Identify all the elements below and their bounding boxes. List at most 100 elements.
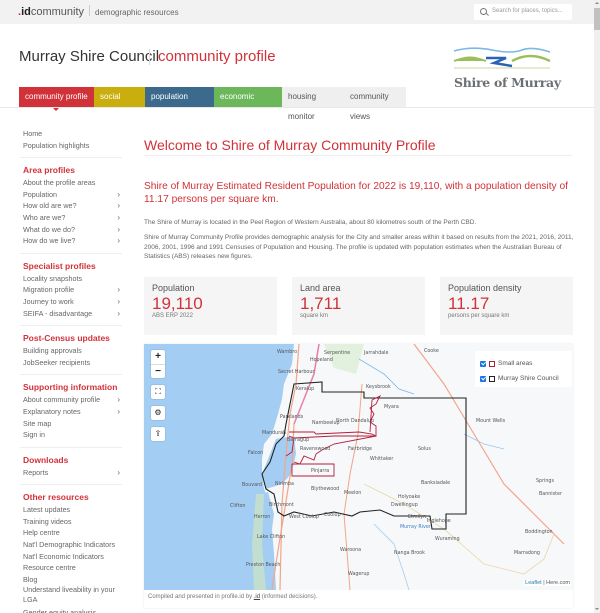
sidebar-item-label: Sign in [23,430,45,440]
scroll-down-arrow-icon[interactable] [595,608,599,610]
sidebar-item-training-videos[interactable]: Training videos [20,516,124,528]
place-label: West Coolup [289,514,319,520]
tab-housing-monitor[interactable]: housing monitor [282,87,344,121]
leaflet-link[interactable]: Leaflet [525,580,542,586]
share-button[interactable]: ⇪ [151,427,165,441]
sidebar-item-population[interactable]: Population › [20,189,124,201]
chevron-right-icon: › [117,467,120,477]
place-label: Keysbrook [366,384,391,390]
river [373,523,410,590]
tab-community-profile[interactable]: community profile [19,87,94,111]
sidebar-item-how-do-we-live[interactable]: How do we live? › [20,235,124,247]
map-attribution: Leaflet | Here.com [524,580,571,586]
murray-shire-swatch [489,375,495,382]
tab-population-forecast[interactable]: population forecast [145,87,214,121]
sidebar-divider [20,374,122,376]
place-label: Clifton [230,503,245,509]
sidebar-item-blog[interactable]: Blog [20,574,124,586]
sidebar-item-label: Building approvals [23,346,82,356]
river [463,433,505,450]
place-label: Ravenswood [300,446,330,452]
sidebar-item-label: JobSeeker recipients [23,357,91,367]
layer-toggle-small-areas[interactable]: Small areas [480,356,572,371]
sidebar-item-how-old[interactable]: How old are we? › [20,200,124,212]
place-label: Bouvard [242,482,262,488]
sidebar-item-building-approvals[interactable]: Building approvals [20,345,124,357]
place-label: Myara [384,404,399,410]
layer-toggle-murray-shire[interactable]: Murray Shire Council [480,371,572,386]
tab-economic-profile[interactable]: economic profile [214,87,282,121]
product-tabs: community profile social atlas populatio… [19,87,406,121]
place-label: Wuraming [435,536,460,542]
zoom-out-button[interactable]: − [151,364,165,378]
area-map[interactable]: Warnbro Hopeland Serpentine Jarrahdale C… [144,344,573,590]
sidebar-item-reports[interactable]: Reports › [20,467,124,479]
here-attribution: | Here.com [541,580,570,586]
page-scrollbar[interactable] [594,0,600,613]
place-label: Preston Beach [246,562,280,568]
chevron-right-icon: › [117,224,120,234]
header-divider [149,49,150,65]
place-label: Serpentine [324,350,350,356]
sidebar-item-about-community-profile[interactable]: About community profile › [20,394,124,406]
sidebar-item-seifa[interactable]: SEIFA - disadvantage › [20,308,124,320]
idcommunity-logo[interactable]: .idcommunity demographic resources [18,5,179,18]
brand-tagline: demographic resources [95,8,179,17]
sidebar-item-label: Who are we? [23,212,66,222]
tab-community-views[interactable]: community views [344,87,406,121]
scrollbar-thumb[interactable] [594,8,600,30]
sidebar-item-resource-centre[interactable]: Resource centre [20,562,124,574]
sidebar-item-locality-snapshots[interactable]: Locality snapshots [20,273,124,285]
shire-logo-text: Shire of Murray [454,75,561,90]
sidebar-item-explanatory-notes[interactable]: Explanatory notes › [20,406,124,418]
sidebar-item-latest-updates[interactable]: Latest updates [20,504,124,516]
chevron-right-icon: › [117,189,120,199]
sidebar-item-liveability[interactable]: Understand liveability in your LGA [20,585,124,605]
sidebar-item-sign-in[interactable]: Sign in [20,429,124,441]
fullscreen-icon: ⛶ [155,387,161,396]
place-label: Boddington [525,529,553,535]
checkbox-checked-icon[interactable] [480,360,486,367]
zoom-in-button[interactable]: + [151,350,165,364]
checkbox-checked-icon[interactable] [480,375,486,382]
sidebar-item-jobseeker[interactable]: JobSeeker recipients [20,357,124,369]
sidebar-item-help-centre[interactable]: Help centre [20,527,124,539]
place-label: Holyoake [398,494,420,500]
chevron-right-icon: › [117,395,120,405]
place-label: Birchmont [269,502,294,508]
intro-paragraph-location: The Shire of Murray is located in the Pe… [144,219,477,226]
logo-sky-line [453,47,551,53]
search-input[interactable]: Search for places, topics... [474,4,572,20]
place-label: Falcon [248,450,263,456]
map-credit: Compiled and presented in profile.id by … [148,594,317,600]
sidebar-heading-specialist-profiles: Specialist profiles [23,260,96,271]
map-panel: Warnbro Hopeland Serpentine Jarrahdale C… [144,344,573,608]
headline-summary: Shire of Murray Estimated Resident Popul… [144,181,568,205]
fullscreen-button[interactable]: ⛶ [151,385,165,399]
sidebar-item-site-map[interactable]: Site map [20,418,124,430]
sidebar-item-natl-economic-indicators[interactable]: Nat'l Economic Indicators [20,551,124,563]
chevron-right-icon: › [117,296,120,306]
logo-community: community [30,6,85,18]
stat-sub: ABS ERP 2022 [152,313,193,319]
stat-value: 19,110 [152,294,203,313]
sidebar-item-about-profile-areas[interactable]: About the profile areas [20,177,124,189]
sidebar-item-gender-equity[interactable]: Gender equity analysis [20,607,124,613]
chevron-right-icon: › [117,201,120,211]
sidebar-item-migration-profile[interactable]: Migration profile › [20,284,124,296]
sidebar-item-who-are-we[interactable]: Who are we? › [20,212,124,224]
settings-button[interactable]: ⚙ [151,406,165,420]
sidebar-item-journey-to-work[interactable]: Journey to work › [20,296,124,308]
sidebar-item-natl-demographic-indicators[interactable]: Nat'l Demographic Indicators [20,539,124,551]
stat-card-land-area: Land area 1,711 square km [292,277,425,335]
search-placeholder: Search for places, topics... [492,8,563,14]
chevron-right-icon: › [117,212,120,222]
product-name[interactable]: community profile [158,48,276,65]
sidebar-item-what-do-we-do[interactable]: What do we do? › [20,224,124,236]
sidebar-item-population-highlights[interactable]: Population highlights [20,140,124,152]
sidebar-item-home[interactable]: Home [20,128,124,140]
sidebar-item-label: Population [23,189,57,199]
scroll-up-arrow-icon[interactable] [595,2,599,4]
tab-social-atlas[interactable]: social atlas [94,87,145,121]
council-name[interactable]: Murray Shire Council [19,48,159,65]
